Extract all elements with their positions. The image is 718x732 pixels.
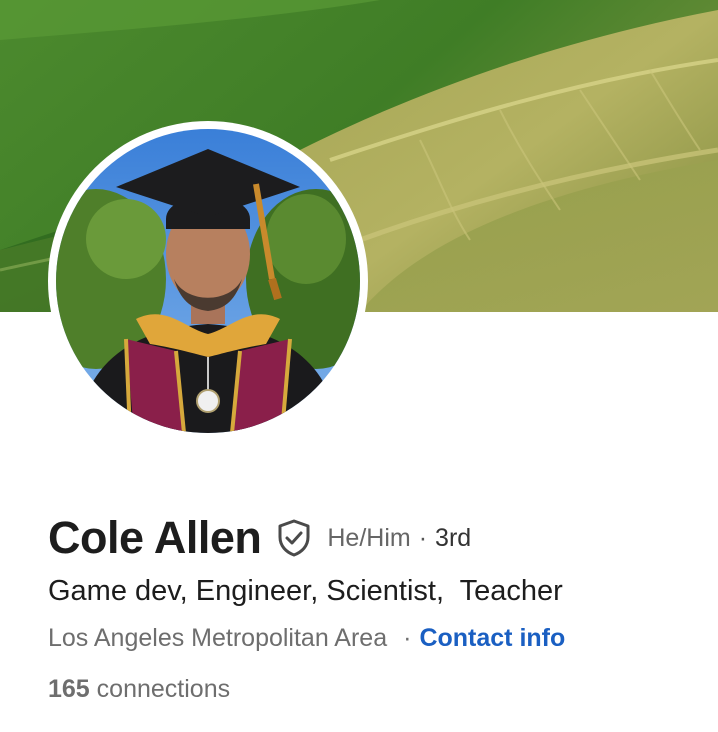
- profile-location: Los Angeles Metropolitan Area: [48, 624, 388, 652]
- profile-photo[interactable]: [48, 121, 368, 441]
- connection-degree: 3rd: [435, 523, 472, 552]
- location-row: Los Angeles Metropolitan Area · Contact …: [48, 624, 565, 653]
- profile-photo-image: [56, 129, 360, 433]
- connections-link[interactable]: 165 connections: [48, 675, 230, 704]
- contact-info-link[interactable]: Contact info: [419, 624, 565, 653]
- profile-headline: Game dev, Engineer, Scientist, Teacher: [48, 575, 563, 607]
- connections-count: 165: [48, 675, 90, 703]
- connections-label: connections: [96, 675, 231, 703]
- profile-name: Cole Allen: [48, 512, 262, 563]
- name-separator: ·: [418, 523, 428, 552]
- pronouns-label: He/Him: [327, 523, 411, 552]
- location-separator: ·: [403, 624, 412, 652]
- verified-shield-icon[interactable]: [275, 518, 313, 558]
- profile-name-row: Cole Allen He/Him · 3rd: [48, 510, 471, 566]
